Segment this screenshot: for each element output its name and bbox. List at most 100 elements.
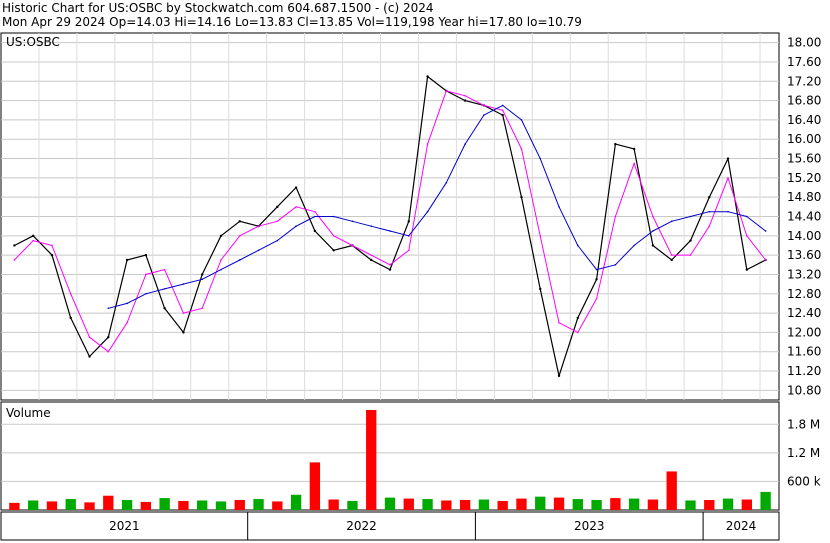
price-point [708,195,711,199]
volume-bar [121,500,133,510]
price-point [276,205,279,209]
price-point [539,157,542,160]
price-point [145,292,147,295]
price-tick-label: 15.20 [787,171,821,185]
price-point [746,235,748,237]
volume-bar [516,498,527,510]
price-point [539,235,542,237]
volume-bar [478,499,490,510]
price-point [445,90,448,92]
price-point [238,259,241,261]
volume-bar [741,499,752,510]
price-tick-label: 15.60 [787,152,821,166]
price-point [614,142,617,146]
price-point [577,331,579,334]
price-point [389,263,391,266]
price-point [220,259,222,261]
price-point [332,235,335,237]
year-label: 2022 [346,519,377,533]
price-tick-label: 11.20 [787,364,821,378]
price-point [51,244,53,247]
price-point [126,302,128,305]
price-point [726,157,730,160]
volume-tick-label: 600 k [787,474,821,488]
price-tick-label: 14.80 [787,190,821,204]
volume-bar [441,500,452,510]
volume-bar [722,498,734,510]
price-point [708,210,711,213]
price-point [633,244,635,247]
price-point [145,273,147,276]
price-tick-label: 10.80 [787,383,821,397]
volume-bar [497,500,508,510]
price-point [670,220,673,223]
volume-bar [103,495,114,510]
year-label: 2023 [574,519,605,533]
price-point [388,268,392,271]
price-tick-label: 13.60 [787,248,821,262]
price-point [238,235,241,237]
volume-bar [159,498,170,510]
volume-tick-label: 1.2 M [787,446,820,460]
volume-bar [178,500,189,510]
volume-bar [572,499,583,510]
volume-bar [253,499,264,510]
volume-bar [760,491,771,510]
volume-bar [666,471,677,510]
price-point [13,244,16,247]
price-point [182,331,185,334]
price-point [13,259,16,261]
price-point [69,292,72,295]
price-tick-label: 17.60 [787,55,821,69]
price-point [219,234,223,238]
year-label: 2021 [109,519,140,533]
price-point [689,215,692,218]
volume-bar [65,499,76,510]
price-point [351,220,354,223]
volume-bar [591,500,602,510]
price-point [88,355,91,358]
price-point [445,181,448,184]
price-point [389,230,391,232]
price-point [107,350,110,353]
price-point [651,244,655,247]
year-label: 2024 [726,519,757,533]
volume-bar [290,494,302,510]
volume-bar [272,501,283,510]
price-tick-label: 17.20 [787,74,821,88]
price-point [314,215,316,218]
price-point [163,288,166,290]
price-point [670,258,673,262]
volume-bar [535,496,546,510]
price-point [313,229,317,233]
price-point [576,316,580,320]
price-point [670,254,673,256]
price-point [69,316,72,320]
price-point [144,253,148,257]
price-point [182,312,185,314]
price-point [370,258,373,262]
price-point [126,321,128,324]
price-point [558,321,560,324]
volume-bar [347,500,358,510]
price-point [163,307,166,310]
volume-bar [46,501,58,510]
price-point [125,258,129,262]
price-point [689,239,692,242]
price-point [351,244,354,247]
price-tick-label: 12.80 [787,287,821,301]
price-point [689,254,692,256]
price-point [727,210,729,213]
y-tick-labels: 18.00 17.60 17.20 16.80 16.40 16.00 15.60 15.20… [787,36,821,489]
volume-bar [309,462,321,510]
price-point [558,206,560,208]
price-point [632,147,636,151]
price-point [539,287,542,291]
price-point [483,104,485,107]
price-point [501,104,504,107]
price-point [652,215,654,218]
volume-bar [234,500,245,510]
price-point [520,148,523,150]
volume-bar [403,498,414,510]
volume-bar [610,498,621,510]
